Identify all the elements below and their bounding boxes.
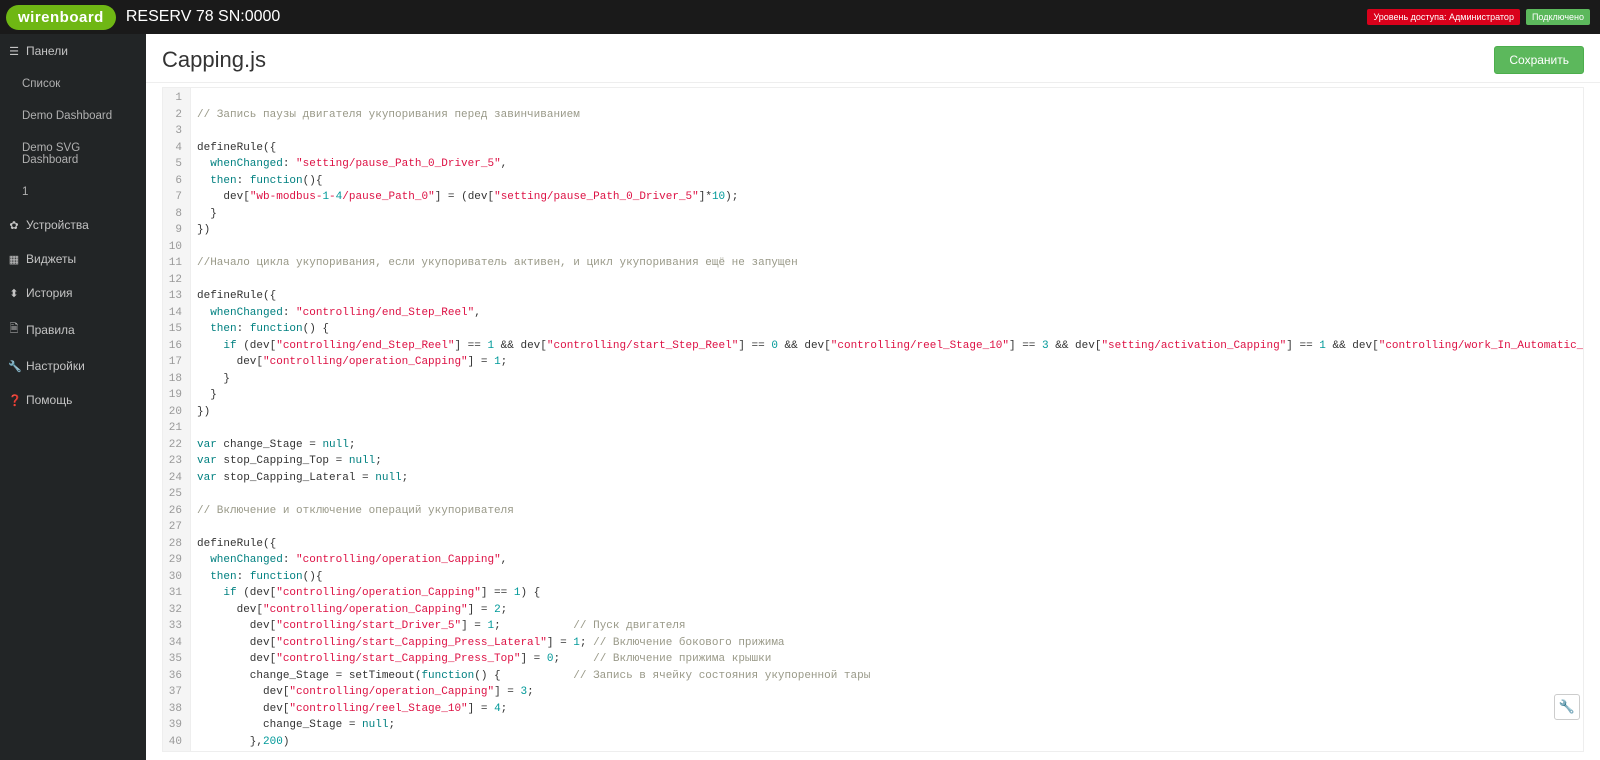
code-content[interactable]: // Запись паузы двигателя укупоривания п…: [191, 88, 1584, 752]
sidebar-item-devices[interactable]: ✿ Устройства: [0, 208, 146, 242]
page-title: Capping.js: [162, 47, 1494, 73]
dashboard-icon: ☰: [8, 45, 20, 58]
sidebar-label: Настройки: [26, 359, 85, 373]
connection-status-badge: Подключено: [1526, 9, 1590, 25]
sidebar-item-widgets[interactable]: ▦ Виджеты: [0, 242, 146, 276]
main-content: Capping.js Сохранить 1234567891011121314…: [146, 34, 1600, 760]
sidebar-item-rules[interactable]: 🗎 Правила: [0, 310, 146, 349]
top-bar: wirenboard RESERV 78 SN:0000 Уровень дос…: [0, 0, 1600, 34]
chart-icon: ⬍: [8, 287, 20, 300]
sidebar-label: Панели: [26, 44, 68, 58]
help-icon: ❓: [8, 394, 20, 407]
sidebar-label: История: [26, 286, 73, 300]
document-icon: 🗎: [8, 320, 20, 339]
wrench-icon: 🔧: [1559, 699, 1575, 715]
sidebar-item-history[interactable]: ⬍ История: [0, 276, 146, 310]
settings-tool-button[interactable]: 🔧: [1554, 694, 1580, 720]
sidebar-item-panels[interactable]: ☰ Панели: [0, 34, 146, 68]
widgets-icon: ▦: [8, 253, 20, 266]
sidebar-label: Виджеты: [26, 252, 76, 266]
access-level-badge[interactable]: Уровень доступа: Администратор: [1367, 9, 1519, 25]
sidebar-item-demo-dashboard[interactable]: Demo Dashboard: [0, 100, 146, 132]
sidebar-item-help[interactable]: ❓ Помощь: [0, 383, 146, 417]
wrench-icon: 🔧: [8, 360, 20, 373]
brand-logo: wirenboard: [6, 5, 116, 30]
page-header: Capping.js Сохранить: [146, 34, 1600, 83]
sidebar-item-list[interactable]: Список: [0, 68, 146, 100]
sidebar-label: Правила: [26, 323, 75, 337]
code-editor[interactable]: 1234567891011121314151617181920212223242…: [162, 87, 1584, 752]
sidebar-label: Помощь: [26, 393, 72, 407]
app-title: RESERV 78 SN:0000: [126, 8, 1368, 26]
save-button[interactable]: Сохранить: [1494, 46, 1584, 74]
sidebar-item-1[interactable]: 1: [0, 176, 146, 208]
gear-icon: ✿: [8, 219, 20, 232]
sidebar: ☰ Панели Список Demo Dashboard Demo SVG …: [0, 34, 146, 760]
line-gutter: 1234567891011121314151617181920212223242…: [163, 88, 191, 752]
sidebar-label: Устройства: [26, 218, 89, 232]
sidebar-item-settings[interactable]: 🔧 Настройки: [0, 349, 146, 383]
sidebar-item-demo-svg-dashboard[interactable]: Demo SVG Dashboard: [0, 132, 146, 176]
